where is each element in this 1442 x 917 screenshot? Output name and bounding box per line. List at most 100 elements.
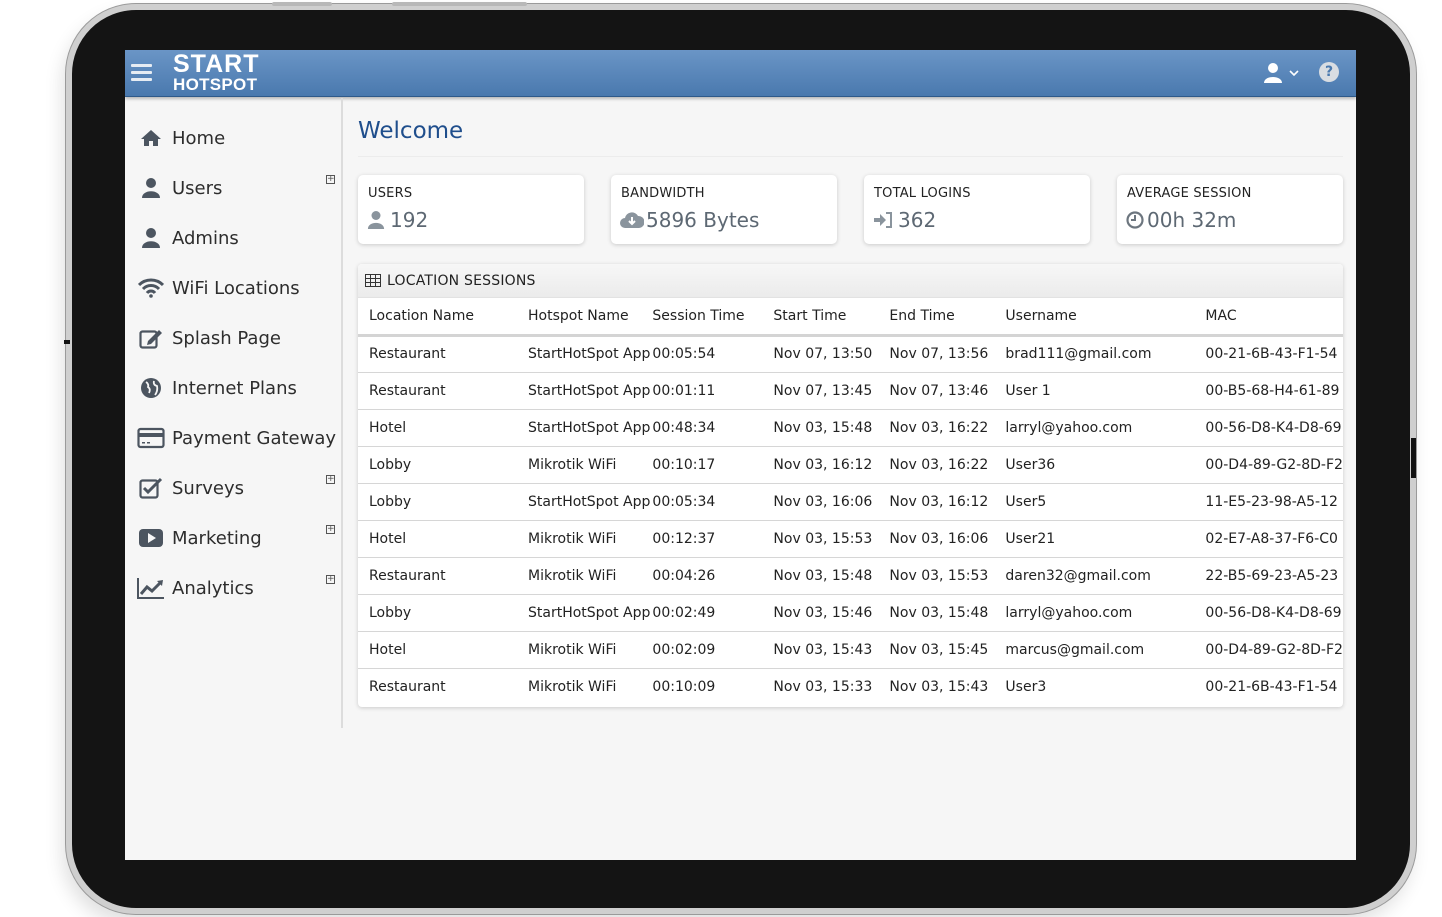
cell-start-time: Nov 03, 15:33 <box>773 678 873 695</box>
stat-card-total-logins: TOTAL LOGINS 362 <box>864 175 1090 244</box>
cell-mac: 00-D4-89-G2-8D-F2 <box>1194 446 1343 484</box>
top-navbar: START HOTSPOT ? <box>125 50 1356 97</box>
sidebar-item-internet-plans[interactable]: Internet Plans <box>137 370 337 406</box>
cell-hotspot: StartHotSpot App <box>524 483 651 521</box>
cell-hotspot: Mikrotik WiFi <box>524 520 651 558</box>
cell-mac: 00-21-6B-43-F1-54 <box>1194 335 1343 373</box>
table-row[interactable]: Hotel StartHotSpot App 00:48:34 Nov 03, 15:… <box>358 409 1343 447</box>
stat-title: AVERAGE SESSION <box>1127 186 1252 201</box>
wifi-icon <box>137 276 165 300</box>
divider <box>358 156 1343 157</box>
user-icon <box>367 210 385 230</box>
column-header-mac[interactable]: MAC <box>1194 298 1343 337</box>
stat-value: 362 <box>898 208 937 232</box>
cell-session-time: 00:05:54 <box>650 335 763 373</box>
tablet-left-button <box>64 340 70 344</box>
column-header-end-time[interactable]: End Time <box>878 298 995 337</box>
cell-username: daren32@gmail.com <box>994 557 1195 595</box>
cell-session-time: 00:12:37 <box>650 520 763 558</box>
cell-location: Restaurant <box>358 557 524 595</box>
stat-title: BANDWIDTH <box>621 186 705 201</box>
cell-start-time: Nov 03, 15:48 <box>762 557 879 595</box>
user-menu-button[interactable] <box>1263 62 1300 84</box>
logo[interactable]: START HOTSPOT <box>173 52 259 94</box>
globe-icon <box>137 376 165 400</box>
stat-card-average-session: AVERAGE SESSION 00h 32m <box>1117 175 1343 244</box>
column-header-session-time[interactable]: Session Time <box>650 298 763 337</box>
column-header-start-time[interactable]: Start Time <box>762 298 879 337</box>
stat-value: 192 <box>390 208 429 232</box>
user-icon <box>137 226 165 250</box>
cell-start-time: Nov 03, 15:48 <box>762 409 879 447</box>
column-header-location[interactable]: Location Name <box>358 298 524 337</box>
question-circle-icon[interactable]: ? <box>1319 62 1339 82</box>
cell-location: Restaurant <box>358 335 524 373</box>
cell-location: Restaurant <box>369 678 446 695</box>
table-row[interactable]: Hotel Mikrotik WiFi 00:12:37 Nov 03, 15:53 N… <box>358 520 1343 558</box>
table-row[interactable]: Restaurant Mikrotik WiFi 00:04:26 Nov 03, 1… <box>358 557 1343 595</box>
cell-session-time: 00:10:17 <box>650 446 763 484</box>
check-square-icon <box>137 476 165 500</box>
cell-location: Lobby <box>358 594 524 632</box>
sidebar-item-analytics[interactable]: Analytics + <box>137 570 337 606</box>
cell-mac: 11-E5-23-98-A5-12 <box>1194 483 1343 521</box>
column-header-username[interactable]: Username <box>994 298 1195 337</box>
tablet-button-top <box>272 2 332 6</box>
cell-username: marcus@gmail.com <box>994 631 1195 669</box>
expand-icon[interactable]: + <box>326 475 335 484</box>
cell-username: User3 <box>1005 678 1047 695</box>
stat-card-bandwidth: BANDWIDTH 5896 Bytes <box>611 175 837 244</box>
table-icon <box>365 274 381 287</box>
column-header-hotspot[interactable]: Hotspot Name <box>524 298 651 337</box>
table-row[interactable]: Lobby StartHotSpot App 00:02:49 Nov 03, 15:… <box>358 594 1343 632</box>
sidebar-item-admins[interactable]: Admins <box>137 220 337 256</box>
cell-hotspot: Mikrotik WiFi <box>524 557 651 595</box>
tablet-button-top <box>392 2 527 6</box>
expand-icon[interactable]: + <box>326 175 335 184</box>
stat-title: TOTAL LOGINS <box>874 186 971 201</box>
home-icon <box>137 126 165 150</box>
sidebar-item-label: Splash Page <box>172 327 281 349</box>
sidebar-item-home[interactable]: Home <box>137 120 337 156</box>
cell-location: Hotel <box>358 409 524 447</box>
cell-location: Restaurant <box>358 372 524 410</box>
cell-username: User21 <box>994 520 1195 558</box>
expand-icon[interactable]: + <box>326 525 335 534</box>
cell-start-time: Nov 03, 15:46 <box>762 594 879 632</box>
cell-mac: 00-D4-89-G2-8D-F2 <box>1194 631 1343 669</box>
table-row[interactable]: Hotel Mikrotik WiFi 00:02:09 Nov 03, 15:43 N… <box>358 631 1343 669</box>
page-title: Welcome <box>358 118 464 144</box>
cloud-download-icon <box>620 211 644 229</box>
sidebar-item-wifi-locations[interactable]: WiFi Locations <box>137 270 337 306</box>
cell-session-time: 00:02:09 <box>650 631 763 669</box>
sidebar-item-surveys[interactable]: Surveys + <box>137 470 337 506</box>
panel-header: LOCATION SESSIONS <box>358 264 1343 298</box>
sidebar-item-payment-gateway[interactable]: Payment Gateway <box>137 420 337 456</box>
cell-location: Lobby <box>358 483 524 521</box>
cell-hotspot: StartHotSpot App <box>524 372 651 410</box>
table-row[interactable]: Restaurant Mikrotik WiFi 00:10:09 Nov 03, 1… <box>358 668 1343 705</box>
expand-icon[interactable]: + <box>326 575 335 584</box>
hamburger-icon[interactable] <box>131 64 152 82</box>
table-row[interactable]: Restaurant StartHotSpot App 00:01:11 Nov 07… <box>358 372 1343 410</box>
cell-username: User 1 <box>994 372 1195 410</box>
sidebar-item-users[interactable]: Users + <box>137 170 337 206</box>
cell-start-time: Nov 07, 13:50 <box>762 335 879 373</box>
cell-username: brad111@gmail.com <box>994 335 1195 373</box>
cell-mac: 00-56-D8-K4-D8-69 <box>1194 594 1343 632</box>
table-row[interactable]: Lobby Mikrotik WiFi 00:10:17 Nov 03, 16:12 N… <box>358 446 1343 484</box>
sidebar-item-marketing[interactable]: Marketing + <box>137 520 337 556</box>
cell-location: Hotel <box>358 631 524 669</box>
user-icon <box>1264 63 1282 83</box>
cell-start-time: Nov 03, 16:12 <box>762 446 879 484</box>
cell-end-time: Nov 07, 13:46 <box>878 372 995 410</box>
sidebar-item-label: Admins <box>172 227 239 249</box>
table-row[interactable]: Restaurant StartHotSpot App 00:05:54 Nov 07… <box>358 335 1343 373</box>
table-row[interactable]: Lobby StartHotSpot App 00:05:34 Nov 03, 16:… <box>358 483 1343 521</box>
line-chart-icon <box>137 576 165 600</box>
chevron-down-icon <box>1289 70 1299 77</box>
cell-username: User5 <box>994 483 1195 521</box>
sidebar-item-splash-page[interactable]: Splash Page <box>137 320 337 356</box>
cell-hotspot: StartHotSpot App <box>524 335 651 373</box>
stat-value: 00h 32m <box>1147 208 1237 232</box>
